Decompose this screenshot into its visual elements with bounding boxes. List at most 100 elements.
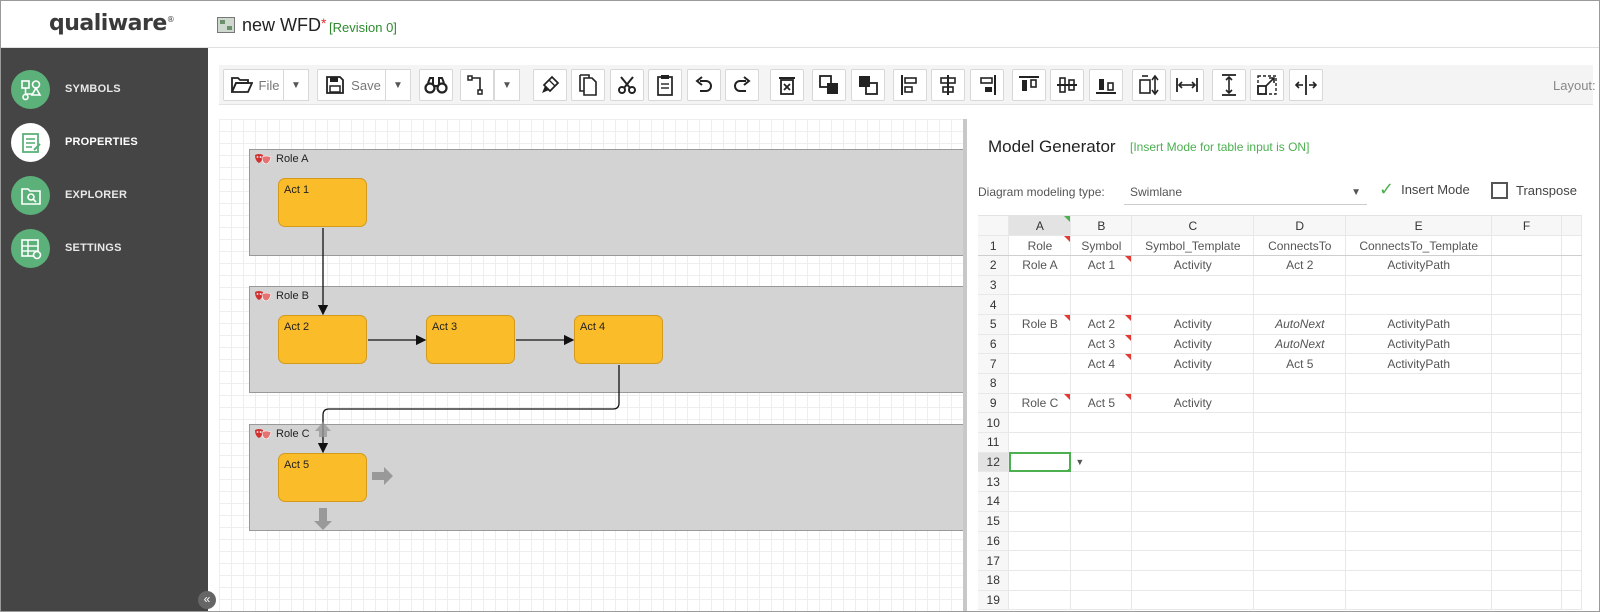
grid-cell[interactable] — [1345, 471, 1493, 493]
grid-cell[interactable] — [1491, 353, 1563, 374]
row-number[interactable]: 7 — [978, 353, 1010, 374]
grid-cell[interactable] — [1131, 471, 1255, 493]
row-number[interactable]: 3 — [978, 275, 1010, 296]
grid-corner[interactable] — [978, 216, 1010, 237]
row-number[interactable]: 13 — [978, 471, 1010, 493]
grid-cell[interactable] — [1345, 511, 1493, 532]
grid-cell[interactable] — [1345, 590, 1493, 611]
grid-cell[interactable] — [1131, 452, 1255, 473]
grid-cell[interactable] — [1008, 412, 1072, 434]
align-left-button[interactable] — [893, 69, 927, 101]
row-number[interactable]: 2 — [978, 255, 1010, 276]
column-header[interactable]: C — [1131, 216, 1255, 237]
connector-button[interactable] — [460, 69, 494, 101]
grid-cell[interactable]: Act 3 — [1070, 334, 1133, 355]
grid-cell[interactable] — [1070, 550, 1133, 571]
grid-cell[interactable]: Role B — [1008, 314, 1072, 335]
column-header[interactable]: E — [1345, 216, 1493, 237]
grid-cell[interactable] — [1253, 452, 1347, 473]
grid-cell[interactable] — [1131, 294, 1255, 315]
grid-cell[interactable] — [1131, 491, 1255, 512]
grid-cell[interactable] — [1345, 412, 1493, 434]
grid-cell[interactable]: AutoNext — [1253, 334, 1347, 355]
grid-cell[interactable] — [1345, 275, 1493, 296]
cell-dropdown-icon[interactable]: ▼ — [1070, 452, 1133, 473]
grid-cell[interactable] — [1345, 294, 1493, 315]
sidebar-item-symbols[interactable]: SYMBOLS — [1, 70, 208, 120]
grid-cell[interactable]: Act 5 — [1070, 393, 1133, 414]
align-right-button[interactable] — [970, 69, 1004, 101]
grid-cell[interactable] — [1491, 412, 1563, 434]
grid-cell[interactable] — [1070, 570, 1133, 591]
grid-cell[interactable] — [1345, 373, 1493, 394]
grid-cell[interactable] — [1491, 314, 1563, 335]
grid-cell[interactable]: ActivityPath — [1345, 255, 1493, 276]
row-number[interactable]: 14 — [978, 491, 1010, 512]
column-header[interactable]: F — [1491, 216, 1563, 237]
save-button[interactable]: Save — [317, 69, 389, 101]
activity-act-4[interactable]: Act 4 — [574, 315, 663, 364]
sidebar-item-explorer[interactable]: EXPLORER — [1, 176, 208, 226]
column-header[interactable]: D — [1253, 216, 1347, 237]
row-number[interactable]: 1 — [978, 235, 1010, 256]
grid-cell[interactable] — [1345, 491, 1493, 512]
model-grid[interactable]: A B C D E F 1 Role Symbol Symbol_Template Co… — [978, 215, 1582, 611]
align-bottom-button[interactable] — [1089, 69, 1123, 101]
grid-cell[interactable]: Role A — [1008, 255, 1072, 276]
grid-cell[interactable] — [1253, 432, 1347, 453]
delete-button[interactable] — [770, 69, 804, 101]
grid-cell[interactable] — [1131, 412, 1255, 434]
grid-cell[interactable] — [1070, 590, 1133, 611]
grid-cell[interactable]: Activity — [1131, 393, 1255, 414]
same-size-vertical-button[interactable] — [1212, 69, 1246, 101]
grid-cell[interactable] — [1008, 511, 1072, 532]
grid-cell[interactable]: Activity — [1131, 255, 1255, 276]
grid-cell[interactable]: Act 2 — [1070, 314, 1133, 335]
grid-cell[interactable] — [1070, 373, 1133, 394]
grid-cell[interactable] — [1491, 531, 1563, 552]
grid-cell[interactable] — [1131, 373, 1255, 394]
diagram-canvas[interactable]: Role A Role B Role C Act 1 Act 2 Act 3 A… — [219, 119, 965, 611]
grid-cell[interactable] — [1253, 373, 1347, 394]
grid-cell[interactable] — [1491, 275, 1563, 296]
grid-cell[interactable] — [1008, 471, 1072, 493]
resize-button[interactable] — [1250, 69, 1284, 101]
grid-cell[interactable] — [1491, 334, 1563, 355]
grid-cell[interactable] — [1131, 511, 1255, 532]
grid-cell[interactable] — [1491, 590, 1563, 611]
grid-cell[interactable] — [1253, 570, 1347, 591]
distribute-button[interactable] — [1289, 69, 1323, 101]
collapse-sidebar-button[interactable]: « — [198, 591, 216, 609]
transpose-checkbox[interactable]: Transpose — [1491, 182, 1577, 199]
file-menu-button[interactable]: File — [223, 69, 287, 101]
grid-cell[interactable] — [1491, 570, 1563, 591]
grid-cell[interactable]: ActivityPath — [1345, 314, 1493, 335]
grid-cell[interactable]: Symbol_Template — [1131, 235, 1255, 256]
grid-cell[interactable] — [1070, 275, 1133, 296]
grid-cell[interactable] — [1131, 590, 1255, 611]
redo-button[interactable] — [725, 69, 759, 101]
grid-cell[interactable] — [1070, 294, 1133, 315]
active-cell[interactable] — [1008, 452, 1072, 473]
grid-cell[interactable] — [1491, 373, 1563, 394]
grid-cell[interactable] — [1253, 294, 1347, 315]
grid-cell[interactable] — [1131, 432, 1255, 453]
grid-cell[interactable] — [1345, 531, 1493, 552]
find-button[interactable] — [419, 69, 453, 101]
grid-cell[interactable] — [1253, 393, 1347, 414]
grid-cell[interactable] — [1491, 471, 1563, 493]
grid-cell[interactable] — [1491, 432, 1563, 453]
grid-cell[interactable]: Activity — [1131, 314, 1255, 335]
grid-cell[interactable] — [1008, 590, 1072, 611]
grid-cell[interactable] — [1070, 491, 1133, 512]
row-number[interactable]: 18 — [978, 570, 1010, 591]
grid-cell[interactable]: ActivityPath — [1345, 353, 1493, 374]
grid-cell[interactable]: Symbol — [1070, 235, 1133, 256]
grid-cell[interactable] — [1253, 590, 1347, 611]
sidebar-item-settings[interactable]: SETTINGS — [1, 229, 208, 279]
same-width-button[interactable] — [1170, 69, 1204, 101]
sidebar-item-properties[interactable]: PROPERTIES — [1, 123, 208, 173]
connector-dropdown-button[interactable]: ▼ — [494, 69, 520, 101]
row-number[interactable]: 11 — [978, 432, 1010, 453]
grid-cell[interactable] — [1253, 531, 1347, 552]
